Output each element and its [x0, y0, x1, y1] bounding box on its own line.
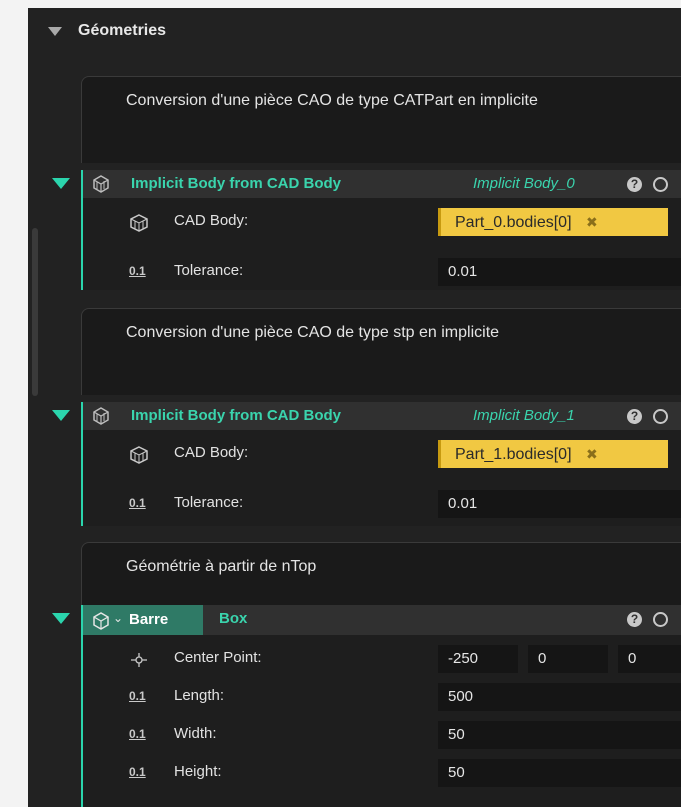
- scrollbar[interactable]: [32, 228, 38, 396]
- block-label[interactable]: Barre: [129, 611, 168, 628]
- reference-field[interactable]: Part_0.bodies[0] ✖: [438, 208, 668, 236]
- notebook-panel: Géometries Conversion d'une pièce CAO de…: [28, 8, 681, 807]
- comment-text: Conversion d'une pièce CAO de type stp e…: [126, 324, 500, 341]
- comment-text: Géométrie à partir de nTop: [126, 558, 317, 575]
- input-row-width: 0.1 Width: 50 mm: [83, 717, 681, 753]
- output-variable[interactable]: Implicit Body_1: [473, 407, 575, 424]
- input-row-tolerance: 0.1 Tolerance: 0.01 mm: [83, 254, 681, 290]
- block-label-badge[interactable]: ⌄ Barre: [83, 605, 203, 635]
- comment-cell[interactable]: Conversion d'une pièce CAO de type CATPa…: [81, 76, 681, 163]
- scalar-icon: 0.1: [129, 264, 146, 278]
- input-row-tolerance: 0.1 Tolerance: 0.01 mm: [83, 486, 681, 522]
- block-header[interactable]: ⌄ Barre Box ?: [81, 605, 681, 635]
- visibility-circle-icon[interactable]: [653, 177, 668, 192]
- output-variable[interactable]: Implicit Body_0: [473, 175, 575, 192]
- reference-field[interactable]: Part_1.bodies[0] ✖: [438, 440, 668, 468]
- reference-value: Part_0.bodies[0]: [455, 214, 572, 231]
- expand-triangle-icon[interactable]: [52, 410, 70, 421]
- input-label: Tolerance:: [174, 494, 244, 511]
- help-icon[interactable]: ?: [627, 612, 642, 627]
- expand-triangle-icon[interactable]: [52, 613, 70, 624]
- reference-value: Part_1.bodies[0]: [455, 446, 572, 463]
- block-header[interactable]: Implicit Body from CAD Body Implicit Bod…: [81, 402, 681, 430]
- value-input[interactable]: 0.01: [438, 258, 681, 286]
- block-header[interactable]: Implicit Body from CAD Body Implicit Bod…: [81, 170, 681, 198]
- input-label: Length:: [174, 687, 225, 704]
- expand-triangle-icon[interactable]: [52, 178, 70, 189]
- block-name: Box: [219, 610, 248, 627]
- block-body: Center Point: -250 0 0 mm 0.1 Length: 50…: [81, 635, 681, 807]
- input-row-cad-body: CAD Body: Part_0.bodies[0] ✖: [83, 204, 681, 240]
- box-icon: [93, 612, 109, 630]
- comment-cell[interactable]: Conversion d'une pièce CAO de type stp e…: [81, 308, 681, 395]
- implicit-body-icon: [93, 407, 109, 425]
- scalar-icon: 0.1: [129, 496, 146, 510]
- x-input[interactable]: -250: [438, 645, 518, 673]
- value-input[interactable]: 50: [438, 759, 681, 787]
- scalar-icon: 0.1: [129, 727, 146, 741]
- input-row-length: 0.1 Length: 500 mm: [83, 679, 681, 715]
- input-row-cad-body: CAD Body: Part_1.bodies[0] ✖: [83, 436, 681, 472]
- visibility-circle-icon[interactable]: [653, 409, 668, 424]
- remove-reference-icon[interactable]: ✖: [586, 208, 598, 236]
- collapse-triangle-icon[interactable]: [48, 26, 62, 36]
- input-label: CAD Body:: [174, 444, 249, 461]
- section-title: Géometries: [78, 22, 167, 39]
- help-icon[interactable]: ?: [627, 409, 642, 424]
- implicit-body-icon: [93, 175, 109, 193]
- input-label: Height:: [174, 763, 222, 780]
- block-body: CAD Body: Part_0.bodies[0] ✖ 0.1 Toleran…: [81, 198, 681, 290]
- chevron-down-icon[interactable]: ⌄: [113, 611, 123, 625]
- value-input[interactable]: 500: [438, 683, 681, 711]
- input-row-height: 0.1 Height: 50 mm: [83, 755, 681, 791]
- visibility-circle-icon[interactable]: [653, 612, 668, 627]
- block-name: Implicit Body from CAD Body: [131, 407, 342, 424]
- block-body: CAD Body: Part_1.bodies[0] ✖ 0.1 Toleran…: [81, 430, 681, 526]
- comment-cell[interactable]: Géométrie à partir de nTop: [81, 542, 681, 605]
- z-input[interactable]: 0: [618, 645, 681, 673]
- remove-reference-icon[interactable]: ✖: [586, 440, 598, 468]
- value-input[interactable]: 50: [438, 721, 681, 749]
- help-icon[interactable]: ?: [627, 177, 642, 192]
- scalar-icon: 0.1: [129, 765, 146, 779]
- value-input[interactable]: 0.01: [438, 490, 681, 518]
- block-name: Implicit Body from CAD Body: [131, 175, 342, 192]
- input-label: Tolerance:: [174, 262, 244, 279]
- cad-body-icon: [130, 446, 148, 464]
- input-label: Width:: [174, 725, 217, 742]
- point-icon: [131, 653, 147, 667]
- cad-body-icon: [130, 214, 148, 232]
- input-row-center-point: Center Point: -250 0 0 mm: [83, 641, 681, 677]
- input-label: Center Point:: [174, 649, 262, 666]
- scalar-icon: 0.1: [129, 689, 146, 703]
- section-header[interactable]: Géometries: [48, 16, 648, 46]
- input-label: CAD Body:: [174, 212, 249, 229]
- y-input[interactable]: 0: [528, 645, 608, 673]
- comment-text: Conversion d'une pièce CAO de type CATPa…: [126, 92, 538, 109]
